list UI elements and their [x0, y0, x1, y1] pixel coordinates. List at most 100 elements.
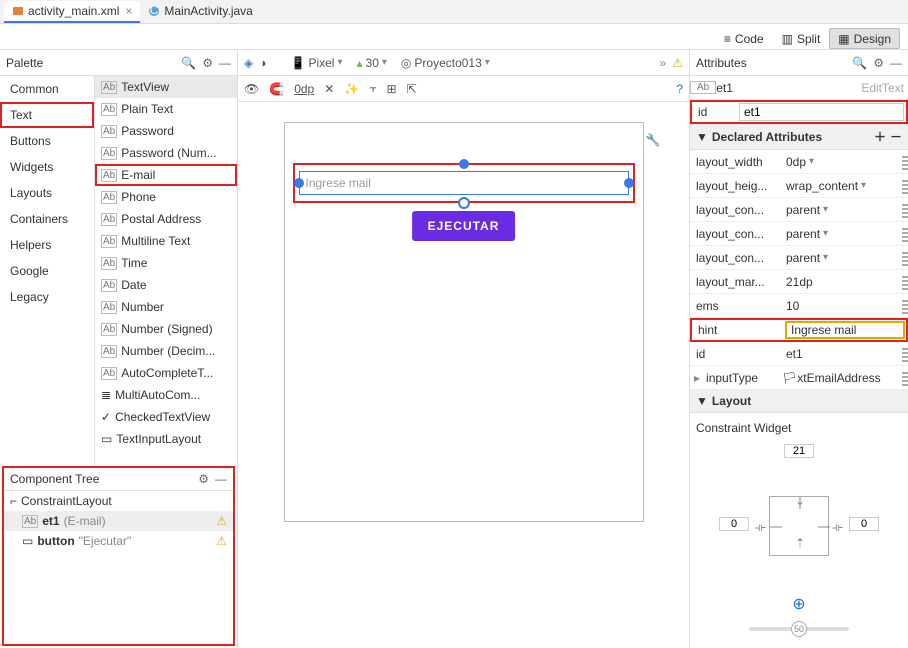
- attr-row[interactable]: layout_heig...wrap_content: [690, 174, 908, 198]
- close-icon[interactable]: ×: [125, 4, 132, 18]
- help-icon[interactable]: ?: [676, 82, 683, 96]
- hint-attribute-row[interactable]: hintIngrese mail: [690, 318, 908, 342]
- palette-item[interactable]: AbTime: [95, 252, 237, 274]
- palette-item[interactable]: AbPassword: [95, 120, 237, 142]
- palette-item[interactable]: AbPostal Address: [95, 208, 237, 230]
- id-input[interactable]: [739, 103, 904, 121]
- palette-item[interactable]: AbPassword (Num...: [95, 142, 237, 164]
- hint-value[interactable]: Ingrese mail: [785, 321, 905, 339]
- add-icon[interactable]: ＋: [874, 128, 886, 145]
- bias-slider[interactable]: 50: [749, 627, 849, 631]
- attr-val[interactable]: 0dp: [782, 155, 902, 169]
- add-constraint-button[interactable]: ⊕: [696, 594, 902, 614]
- constraint-diagram[interactable]: ⇣⇡ ⟛ ⟛: [719, 466, 879, 586]
- magnet-icon[interactable]: 🧲: [269, 82, 284, 96]
- clear-constraints-icon[interactable]: ✕: [324, 82, 334, 96]
- code-view-button[interactable]: ≡ Code: [715, 28, 773, 49]
- infer-icon[interactable]: ✨: [344, 82, 359, 96]
- remove-icon[interactable]: －: [890, 128, 902, 145]
- more-icon[interactable]: »: [660, 56, 667, 70]
- attr-val[interactable]: parent: [782, 227, 902, 241]
- attr-val[interactable]: 21dp: [782, 275, 902, 289]
- attr-row[interactable]: idet1: [690, 342, 908, 366]
- palette-item-email[interactable]: AbE-mail: [95, 164, 237, 186]
- palette-item[interactable]: AbAutoCompleteT...: [95, 362, 237, 384]
- minimize-icon[interactable]: —: [890, 56, 902, 70]
- attr-val[interactable]: et1: [782, 347, 902, 361]
- palette-cat-layouts[interactable]: Layouts: [0, 180, 94, 206]
- tree-root[interactable]: ⌐ ConstraintLayout: [4, 491, 233, 511]
- palette-cat-helpers[interactable]: Helpers: [0, 232, 94, 258]
- warning-icon[interactable]: ⚠: [216, 514, 227, 528]
- theme-selector[interactable]: ◎ Proyecto013: [397, 56, 494, 70]
- split-view-button[interactable]: ▥ Split: [773, 28, 830, 49]
- warning-icon[interactable]: ⚠: [216, 534, 227, 548]
- palette-cat-common[interactable]: Common: [0, 76, 94, 102]
- palette-item[interactable]: AbNumber: [95, 296, 237, 318]
- ejecutar-button[interactable]: EJECUTAR: [412, 211, 516, 241]
- palette-cat-buttons[interactable]: Buttons: [0, 128, 94, 154]
- palette-cat-widgets[interactable]: Widgets: [0, 154, 94, 180]
- attr-row[interactable]: ems10: [690, 294, 908, 318]
- eye-icon[interactable]: 👁: [244, 82, 259, 96]
- gear-icon[interactable]: ⚙: [202, 56, 213, 70]
- palette-item[interactable]: ✓CheckedTextView: [95, 406, 237, 428]
- attr-val[interactable]: 🏳 xtEmailAddress: [778, 371, 902, 385]
- attr-row[interactable]: ▸inputType🏳 xtEmailAddress: [690, 366, 908, 390]
- tree-node-button[interactable]: ▭ button "Ejecutar" ⚠: [4, 531, 233, 551]
- default-margin[interactable]: 0dp: [294, 82, 314, 96]
- surface-icon[interactable]: ◈: [244, 56, 253, 70]
- palette-item[interactable]: AbPlain Text: [95, 98, 237, 120]
- attr-val[interactable]: parent: [782, 251, 902, 265]
- palette-item[interactable]: AbDate: [95, 274, 237, 296]
- bias-handle[interactable]: 50: [791, 621, 807, 637]
- tab-mainactivity[interactable]: C MainActivity.java: [140, 1, 260, 23]
- right-margin-input[interactable]: [849, 517, 879, 531]
- right-handle[interactable]: [624, 178, 634, 188]
- palette-item[interactable]: AbNumber (Signed): [95, 318, 237, 340]
- gear-icon[interactable]: ⚙: [873, 56, 884, 70]
- layout-section-header[interactable]: ▼ Layout: [690, 390, 908, 413]
- palette-item[interactable]: AbMultiline Text: [95, 230, 237, 252]
- tab-activity-main[interactable]: activity_main.xml ×: [4, 1, 140, 23]
- attr-row[interactable]: layout_width0dp: [690, 150, 908, 174]
- gear-icon[interactable]: ⚙: [198, 472, 209, 486]
- palette-item[interactable]: AbNumber (Decim...: [95, 340, 237, 362]
- bottom-handle[interactable]: [458, 197, 470, 209]
- left-margin-input[interactable]: [719, 517, 749, 531]
- top-handle[interactable]: [459, 159, 469, 169]
- attr-val[interactable]: 10: [782, 299, 902, 313]
- palette-cat-text[interactable]: Text: [0, 102, 94, 128]
- palette-cat-google[interactable]: Google: [0, 258, 94, 284]
- palette-item-header[interactable]: AbTextView: [95, 76, 237, 98]
- palette-item[interactable]: ≣MultiAutoCom...: [95, 384, 237, 406]
- tree-node-et1[interactable]: Ab et1 (E-mail) ⚠: [4, 511, 233, 531]
- minimize-icon[interactable]: —: [219, 56, 231, 70]
- chevron-right-icon[interactable]: ▸: [690, 371, 700, 385]
- attr-row[interactable]: layout_mar...21dp: [690, 270, 908, 294]
- wrench-icon[interactable]: 🔧: [646, 133, 661, 147]
- expand-icon[interactable]: ⇱: [407, 82, 417, 96]
- palette-cat-containers[interactable]: Containers: [0, 206, 94, 232]
- orientation-icon[interactable]: ◑: [259, 56, 266, 70]
- pack-icon[interactable]: ⊞: [387, 82, 397, 96]
- device-canvas[interactable]: 🔧 Ingrese mail EJECUTAR: [238, 102, 689, 648]
- device-selector[interactable]: 📱 Pixel: [286, 56, 346, 70]
- attr-row[interactable]: layout_con...parent: [690, 198, 908, 222]
- attr-val[interactable]: wrap_content: [782, 179, 902, 193]
- palette-item[interactable]: AbPhone: [95, 186, 237, 208]
- attr-val[interactable]: parent: [782, 203, 902, 217]
- palette-cat-legacy[interactable]: Legacy: [0, 284, 94, 310]
- api-selector[interactable]: ▴ 30: [352, 56, 390, 70]
- align-icon[interactable]: ⫟: [369, 81, 376, 96]
- left-handle[interactable]: [294, 178, 304, 188]
- warning-icon[interactable]: ⚠: [672, 56, 683, 70]
- attr-row[interactable]: layout_con...parent: [690, 222, 908, 246]
- search-icon[interactable]: 🔍: [181, 56, 196, 70]
- declared-attrs-header[interactable]: ▼ Declared Attributes ＋ －: [690, 124, 908, 150]
- minimize-icon[interactable]: —: [215, 472, 227, 486]
- design-view-button[interactable]: ▦ Design: [829, 28, 900, 49]
- palette-item[interactable]: ▭TextInputLayout: [95, 428, 237, 450]
- top-margin-input[interactable]: [784, 444, 814, 458]
- edittext-component[interactable]: Ingrese mail: [293, 163, 635, 203]
